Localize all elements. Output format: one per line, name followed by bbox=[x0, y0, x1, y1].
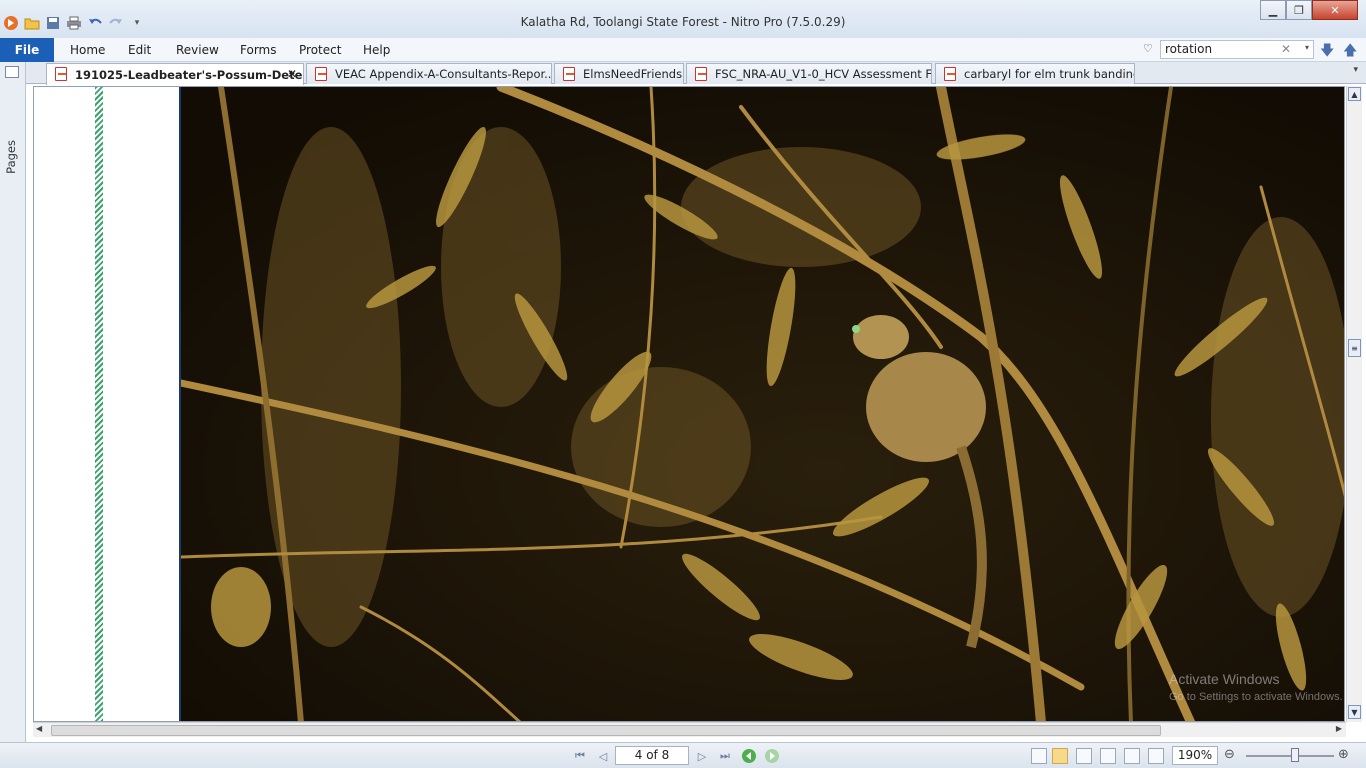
close-button[interactable]: ✕ bbox=[1312, 0, 1358, 20]
previous-view-icon[interactable] bbox=[741, 748, 757, 764]
previous-page-icon[interactable]: ◁ bbox=[595, 748, 611, 764]
activate-windows-subtitle: Go to Settings to activate Windows. bbox=[1169, 691, 1343, 703]
menu-review[interactable]: Review bbox=[176, 43, 219, 57]
vertical-scrollbar[interactable]: ▲ ≡ ▼ bbox=[1346, 86, 1362, 722]
doc-tab-label: 191025-Leadbeater's-Possum-Detect... bbox=[75, 67, 304, 82]
scroll-down-arrow-icon[interactable]: ▼ bbox=[1348, 705, 1361, 719]
zoom-out-icon[interactable]: ⊖ bbox=[1224, 747, 1235, 762]
scroll-up-arrow-icon[interactable]: ▲ bbox=[1348, 87, 1361, 101]
document-viewport[interactable]: Activate Windows Go to Settings to activ… bbox=[33, 86, 1345, 722]
doc-tab-label: ElmsNeedFriends bbox=[583, 67, 683, 81]
doc-tab-leadbeaters[interactable]: 191025-Leadbeater's-Possum-Detect... ✕ bbox=[46, 63, 304, 85]
pdf-icon bbox=[55, 67, 67, 81]
window-title: Kalatha Rd, Toolangi State Forest - Nitr… bbox=[520, 15, 846, 29]
continuous-view-icon[interactable] bbox=[1052, 748, 1068, 764]
page-edge-stripe bbox=[95, 87, 103, 721]
doc-tab-veac[interactable]: VEAC Appendix-A-Consultants-Repor... bbox=[306, 63, 552, 84]
search-value: rotation bbox=[1165, 42, 1213, 56]
pages-panel: Pages bbox=[0, 62, 26, 742]
pages-panel-label[interactable]: Pages bbox=[4, 140, 18, 174]
menu-forms[interactable]: Forms bbox=[240, 43, 276, 57]
doc-tab-fsc[interactable]: FSC_NRA-AU_V1-0_HCV Assessment Fr... bbox=[686, 63, 932, 84]
pdf-icon bbox=[695, 67, 707, 81]
minimize-button[interactable]: ▁ bbox=[1260, 0, 1286, 20]
photo-image bbox=[181, 87, 1344, 721]
file-tab[interactable]: File bbox=[0, 38, 54, 62]
horizontal-scroll-thumb[interactable] bbox=[51, 725, 1161, 736]
doc-tab-label: FSC_NRA-AU_V1-0_HCV Assessment Fr... bbox=[715, 67, 932, 81]
tabs-overflow-icon[interactable]: ▾ bbox=[1353, 65, 1358, 75]
scroll-right-arrow-icon[interactable]: ▶ bbox=[1336, 724, 1342, 733]
zoom-in-icon[interactable]: ⊕ bbox=[1338, 747, 1349, 762]
menu-home[interactable]: Home bbox=[70, 43, 105, 57]
doc-tab-elms[interactable]: ElmsNeedFriends bbox=[554, 63, 684, 84]
pages-thumbnail-icon[interactable] bbox=[5, 66, 19, 78]
pdf-icon bbox=[944, 67, 956, 81]
single-page-view-icon[interactable] bbox=[1031, 748, 1047, 764]
activate-windows-title: Activate Windows bbox=[1169, 671, 1280, 687]
scroll-thumb[interactable]: ≡ bbox=[1348, 339, 1361, 357]
facing-view-icon[interactable] bbox=[1076, 748, 1092, 764]
menu-help[interactable]: Help bbox=[363, 43, 390, 57]
clear-search-icon[interactable]: ✕ bbox=[1281, 42, 1291, 56]
continuous-facing-view-icon[interactable] bbox=[1100, 748, 1116, 764]
first-page-icon[interactable]: ⏮ bbox=[572, 748, 588, 764]
doc-tab-label: carbaryl for elm trunk banding bbox=[964, 67, 1135, 81]
fit-width-icon[interactable] bbox=[1124, 748, 1140, 764]
scroll-left-arrow-icon[interactable]: ◀ bbox=[36, 724, 42, 733]
pdf-icon bbox=[315, 67, 327, 81]
page-number-input[interactable]: 4 of 8 bbox=[615, 746, 689, 765]
last-page-icon[interactable]: ⏭ bbox=[717, 748, 733, 764]
pdf-icon bbox=[563, 67, 575, 81]
close-icon: ✕ bbox=[1330, 3, 1340, 17]
search-input[interactable]: rotation ✕ ▾ bbox=[1160, 40, 1314, 59]
next-page-icon[interactable]: ▷ bbox=[694, 748, 710, 764]
fit-page-icon[interactable] bbox=[1148, 748, 1164, 764]
search-prev-icon[interactable]: 🡅 bbox=[1343, 40, 1357, 64]
search-dropdown-icon[interactable]: ▾ bbox=[1305, 43, 1309, 52]
status-bar: ⏮ ◁ 4 of 8 ▷ ⏭ 190% ⊖ ⊕ bbox=[0, 742, 1366, 768]
close-tab-icon[interactable]: ✕ bbox=[287, 67, 297, 81]
zoom-slider-thumb[interactable] bbox=[1291, 748, 1299, 762]
possum-night-photo: Activate Windows Go to Settings to activ… bbox=[179, 87, 1344, 721]
zoom-level-input[interactable]: 190% bbox=[1172, 746, 1218, 765]
next-view-icon[interactable] bbox=[764, 748, 780, 764]
title-bar: ▾ Kalatha Rd, Toolangi State Forest - Ni… bbox=[0, 0, 1366, 40]
minimize-icon: ▁ bbox=[1268, 3, 1278, 17]
doc-tab-carbaryl[interactable]: carbaryl for elm trunk banding bbox=[935, 63, 1135, 84]
zoom-slider[interactable] bbox=[1246, 755, 1334, 757]
doc-tab-label: VEAC Appendix-A-Consultants-Repor... bbox=[335, 67, 552, 81]
document-tabs: 191025-Leadbeater's-Possum-Detect... ✕ V… bbox=[0, 62, 1366, 85]
restore-button[interactable]: ❐ bbox=[1286, 0, 1312, 20]
ribbon-tabs: File Home Edit Review Forms Protect Help… bbox=[0, 38, 1366, 62]
ribbon-collapse-icon[interactable]: ♡ bbox=[1143, 42, 1153, 55]
restore-icon: ❐ bbox=[1294, 3, 1304, 17]
window-controls: ▁ ❐ ✕ bbox=[1260, 0, 1358, 20]
horizontal-scrollbar[interactable]: ◀ ▶ bbox=[33, 722, 1346, 737]
menu-edit[interactable]: Edit bbox=[128, 43, 151, 57]
search-next-icon[interactable]: 🡇 bbox=[1320, 40, 1334, 64]
menu-protect[interactable]: Protect bbox=[299, 43, 341, 57]
